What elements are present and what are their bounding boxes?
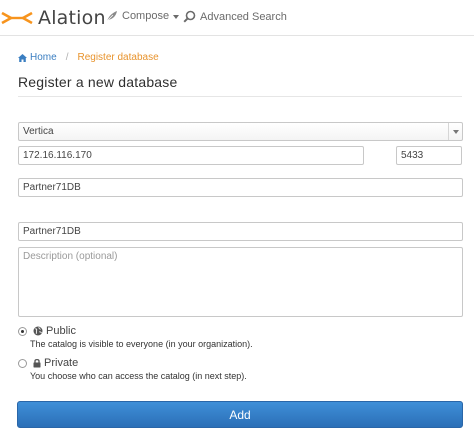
breadcrumb-home-label: Home bbox=[30, 52, 57, 63]
lock-icon bbox=[33, 359, 41, 368]
private-label-text: Private bbox=[44, 357, 79, 369]
compose-menu[interactable]: Compose bbox=[106, 10, 180, 22]
database-name-value: Partner71DB bbox=[23, 182, 81, 193]
database-type-select[interactable]: Vertica bbox=[18, 122, 463, 141]
chevron-down-icon bbox=[173, 14, 180, 19]
search-icon bbox=[183, 10, 196, 23]
breadcrumb-current: Register database bbox=[77, 52, 159, 63]
port-value: 5433 bbox=[401, 150, 424, 161]
title-divider bbox=[18, 96, 462, 97]
brand-logo[interactable]: Alation bbox=[0, 6, 106, 30]
visibility-private-option[interactable]: Private bbox=[18, 357, 78, 369]
compose-label: Compose bbox=[122, 10, 170, 22]
home-icon bbox=[18, 53, 27, 62]
breadcrumb-home[interactable]: Home bbox=[18, 52, 57, 63]
chevron-down-icon[interactable] bbox=[448, 123, 462, 140]
advanced-search-link[interactable]: Advanced Search bbox=[183, 10, 287, 23]
private-label[interactable]: Private bbox=[33, 357, 78, 369]
alation-logo-icon bbox=[1, 11, 33, 25]
breadcrumb: Home / Register database bbox=[18, 52, 159, 63]
title-input[interactable]: Partner71DB bbox=[18, 222, 463, 241]
public-label[interactable]: Public bbox=[33, 325, 76, 337]
database-name-input[interactable]: Partner71DB bbox=[18, 178, 463, 197]
description-placeholder: Description (optional) bbox=[23, 251, 118, 262]
description-textarea[interactable]: Description (optional) bbox=[18, 247, 463, 317]
breadcrumb-separator: / bbox=[65, 52, 69, 63]
host-value: 172.16.116.170 bbox=[23, 150, 92, 161]
private-help-text: You choose who can access the catalog (i… bbox=[30, 371, 247, 381]
brand-name: Alation bbox=[38, 7, 106, 29]
public-help-text: The catalog is visible to everyone (in y… bbox=[30, 339, 253, 349]
database-type-value: Vertica bbox=[23, 126, 54, 137]
private-radio[interactable] bbox=[18, 358, 27, 368]
port-input[interactable]: 5433 bbox=[396, 146, 462, 165]
visibility-public-option[interactable]: Public bbox=[18, 325, 76, 337]
add-button[interactable]: Add bbox=[17, 401, 463, 428]
title-value: Partner71DB bbox=[23, 226, 81, 237]
advanced-search-label: Advanced Search bbox=[200, 10, 287, 23]
public-radio[interactable] bbox=[18, 326, 27, 336]
page-title: Register a new database bbox=[18, 74, 178, 90]
host-input[interactable]: 172.16.116.170 bbox=[18, 146, 364, 165]
top-navbar: Alation Compose Advanced Search bbox=[0, 0, 474, 36]
public-label-text: Public bbox=[46, 325, 76, 337]
feather-icon bbox=[106, 11, 117, 22]
globe-icon bbox=[33, 326, 43, 336]
